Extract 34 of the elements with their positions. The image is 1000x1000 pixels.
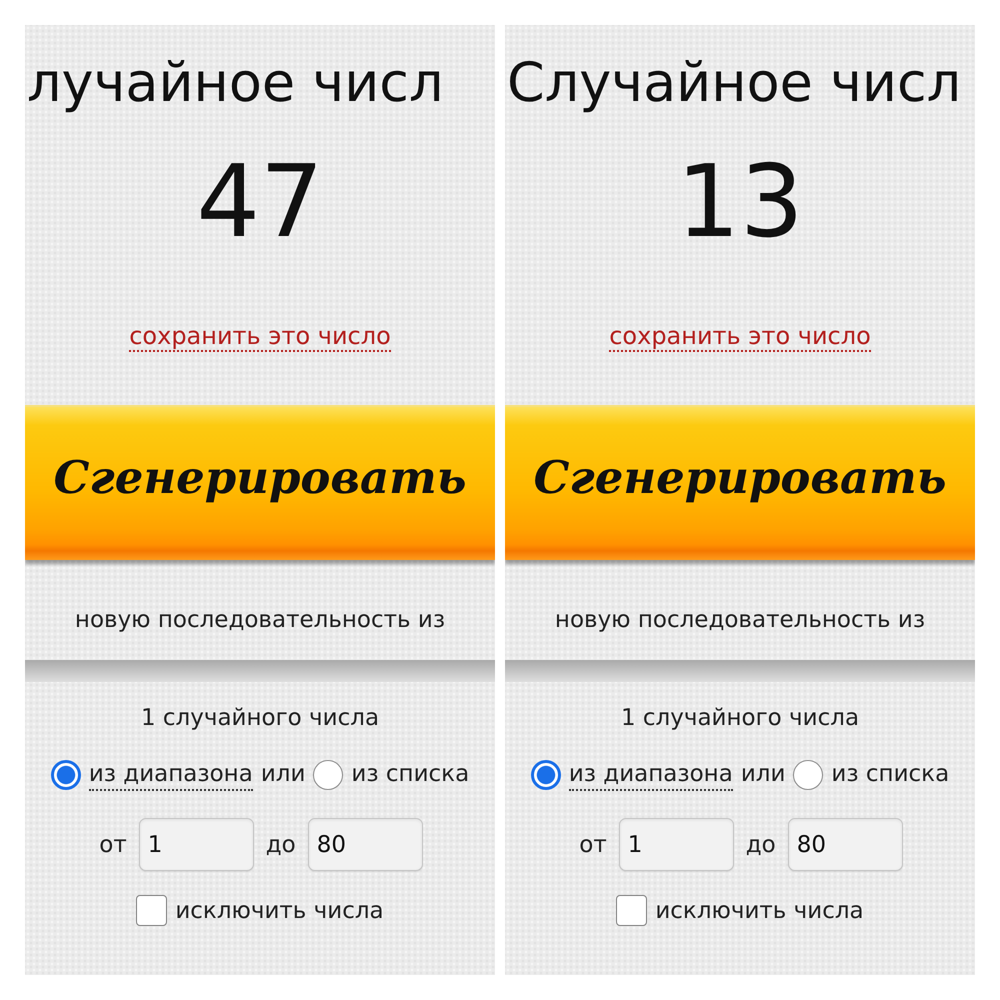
save-number-link[interactable]: сохранить это число xyxy=(129,322,391,352)
page-title: Случайное числ xyxy=(507,52,962,114)
save-number-link[interactable]: сохранить это число xyxy=(609,322,871,352)
option-link[interactable]: из диапазона xyxy=(88,759,253,791)
checkbox[interactable] xyxy=(616,895,648,926)
page-title: лучайное числ xyxy=(27,52,444,114)
radio-button[interactable] xyxy=(50,760,81,790)
random-number: 47 xyxy=(196,152,324,252)
count-text: 1 случайного числа xyxy=(620,704,860,733)
mode-text: новую последовательность из xyxy=(74,606,446,635)
mode-text: новую последовательность из xyxy=(554,606,926,635)
from-label: от xyxy=(579,830,607,860)
option-link[interactable]: из диапазона xyxy=(568,759,733,791)
checkbox-label[interactable]: исключить числа xyxy=(655,896,864,926)
checkbox[interactable] xyxy=(136,895,168,926)
count-text: 1 случайного числа xyxy=(140,704,380,733)
to-label: до xyxy=(746,830,776,860)
to-input[interactable]: 80 xyxy=(308,818,423,871)
radio-button[interactable] xyxy=(313,760,344,790)
option-label[interactable]: из списка xyxy=(831,759,950,791)
to-input[interactable]: 80 xyxy=(788,818,903,871)
radio-button[interactable] xyxy=(793,760,824,790)
separator-text: или xyxy=(260,760,306,789)
random-number: 13 xyxy=(676,152,804,252)
separator-text: или xyxy=(740,760,786,789)
to-label: до xyxy=(266,830,296,860)
generate-button[interactable]: Сгенерировать xyxy=(25,405,495,560)
generate-button[interactable]: Сгенерировать xyxy=(505,405,975,560)
checkbox-label[interactable]: исключить числа xyxy=(175,896,384,926)
from-input[interactable]: 1 xyxy=(618,818,734,871)
option-label[interactable]: из списка xyxy=(351,759,470,791)
from-label: от xyxy=(99,830,127,860)
radio-button[interactable] xyxy=(530,760,561,790)
from-input[interactable]: 1 xyxy=(138,818,254,871)
